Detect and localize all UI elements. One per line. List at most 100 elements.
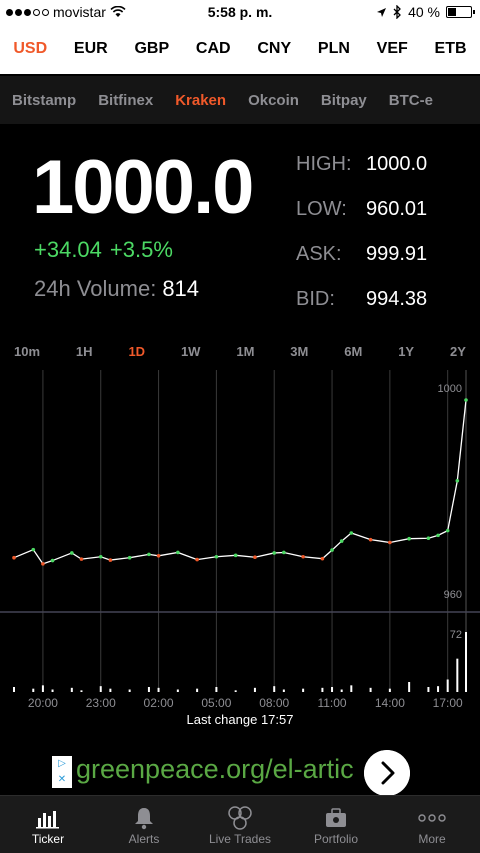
price-point xyxy=(320,556,325,561)
volume-bar xyxy=(302,688,305,692)
exchange-tab-bitstamp[interactable]: Bitstamp xyxy=(12,92,76,109)
change-percent: +3.5% xyxy=(109,237,173,262)
price-chart[interactable]: 20:00 23:00 02:00 05:00 08:00 11:00 14:00 17:00… xyxy=(0,370,480,710)
exchange-tab-okcoin[interactable]: Okcoin xyxy=(248,92,299,109)
x-tick-label: 02:00 xyxy=(144,696,174,710)
exchange-tab-bitpay[interactable]: Bitpay xyxy=(321,92,367,109)
price-point xyxy=(79,557,84,561)
volume-bar xyxy=(273,686,276,692)
tab-bar: Ticker Alerts Live Trades Portfolio More xyxy=(0,795,480,853)
currency-tab-usd[interactable]: USD xyxy=(13,40,47,58)
stat-bid: BID: 994.38 xyxy=(296,288,427,333)
tab-label: Ticker xyxy=(31,832,65,846)
range-tab-2y[interactable]: 2Y xyxy=(450,344,466,366)
price-point xyxy=(436,533,440,538)
volume-bar xyxy=(70,687,73,692)
price-point xyxy=(368,537,373,542)
range-tab-1y[interactable]: 1Y xyxy=(398,344,414,366)
currency-tab-cny[interactable]: CNY xyxy=(257,40,291,58)
price-point xyxy=(455,478,460,483)
price-point xyxy=(12,555,16,560)
volume-bar xyxy=(331,687,334,692)
range-tab-1d[interactable]: 1D xyxy=(128,344,145,366)
price-point xyxy=(445,528,450,533)
tab-ticker[interactable]: Ticker xyxy=(0,796,96,853)
x-tick-label: 08:00 xyxy=(259,696,289,710)
stat-high: HIGH: 1000.0 xyxy=(296,153,427,198)
price-point xyxy=(41,562,45,566)
range-tab-1h[interactable]: 1H xyxy=(76,344,93,366)
high-label: HIGH: xyxy=(296,153,352,175)
time-range-selector: 10m 1H 1D 1W 1M 3M 6M 1Y 2Y xyxy=(0,344,480,366)
price-point xyxy=(147,552,151,557)
price-point xyxy=(31,547,36,552)
x-tick-label: 20:00 xyxy=(28,696,58,710)
range-tab-6m[interactable]: 6M xyxy=(344,344,362,366)
volume-value: 814 xyxy=(162,276,200,301)
bar-chart-icon xyxy=(33,804,63,832)
tab-more[interactable]: More xyxy=(384,796,480,853)
volume-bar xyxy=(369,687,372,692)
tab-label: More xyxy=(418,832,446,846)
volume-bar xyxy=(282,689,285,692)
price-point xyxy=(70,551,74,555)
ad-banner[interactable]: ▷ ✕ greenpeace.org/el-artic xyxy=(52,750,432,796)
tab-label: Alerts xyxy=(128,832,160,846)
price-point xyxy=(388,540,392,545)
currency-tab-pln[interactable]: PLN xyxy=(318,40,350,58)
last-change: Last change 17:57 xyxy=(186,712,294,727)
volume-bar xyxy=(41,685,44,692)
volume-bar xyxy=(253,687,256,692)
tab-alerts[interactable]: Alerts xyxy=(96,796,192,853)
change-absolute: +34.04 xyxy=(34,237,102,262)
price-point xyxy=(253,555,257,560)
ad-choices-icon[interactable]: ▷ ✕ xyxy=(52,756,72,788)
ad-url[interactable]: greenpeace.org/el-artic xyxy=(76,754,406,785)
range-tab-3m[interactable]: 3M xyxy=(290,344,308,366)
currency-tab-vef[interactable]: VEF xyxy=(377,40,408,58)
tab-portfolio[interactable]: Portfolio xyxy=(288,796,384,853)
volume-bar xyxy=(465,632,467,692)
volume-bar xyxy=(340,689,343,692)
exchange-tab-btc-e[interactable]: BTC-e xyxy=(389,92,433,109)
x-tick-label: 17:00 xyxy=(433,696,463,710)
currency-tab-cad[interactable]: CAD xyxy=(196,40,231,58)
x-tick-label: 11:00 xyxy=(317,696,346,710)
tab-label: Portfolio xyxy=(313,832,359,846)
volume-bar xyxy=(196,688,199,692)
high-value: 1000.0 xyxy=(366,153,428,175)
ad-go-button[interactable] xyxy=(364,750,410,796)
exchange-tab-kraken[interactable]: Kraken xyxy=(175,92,226,109)
range-tab-10m[interactable]: 10m xyxy=(14,344,40,366)
price-stats: HIGH: 1000.0 LOW: 960.01 ASK: 999.91 BID: 99… xyxy=(296,153,427,333)
range-tab-1m[interactable]: 1M xyxy=(236,344,254,366)
volume-bar xyxy=(215,687,218,692)
x-tick-label: 23:00 xyxy=(86,696,116,710)
price-point xyxy=(98,554,103,559)
volume-bar xyxy=(80,690,83,692)
coins-icon xyxy=(225,804,255,832)
range-tab-1w[interactable]: 1W xyxy=(181,344,201,366)
current-price: 1000.0 xyxy=(32,145,254,230)
tab-live-trades[interactable]: Live Trades xyxy=(192,796,288,853)
bell-icon xyxy=(129,804,159,832)
currency-tab-etb[interactable]: ETB xyxy=(435,40,467,58)
price-point xyxy=(50,558,55,563)
volume-axis-label: 72 xyxy=(450,629,462,641)
currency-tab-eur[interactable]: EUR xyxy=(74,40,108,58)
price-point xyxy=(407,536,411,541)
price-point xyxy=(156,554,161,558)
volume-bar xyxy=(176,689,179,692)
volume-bar xyxy=(427,687,430,692)
price-point xyxy=(233,553,238,558)
exchange-tab-bitfinex[interactable]: Bitfinex xyxy=(98,92,153,109)
low-label: LOW: xyxy=(296,198,347,220)
price-point xyxy=(214,554,219,559)
currency-tab-gbp[interactable]: GBP xyxy=(134,40,169,58)
price-point xyxy=(108,558,113,562)
volume-bar xyxy=(408,682,411,692)
ask-value: 999.91 xyxy=(366,243,428,265)
y-label-min: 960 xyxy=(444,589,462,601)
price-line xyxy=(13,399,467,565)
x-tick-label: 05:00 xyxy=(201,696,231,710)
